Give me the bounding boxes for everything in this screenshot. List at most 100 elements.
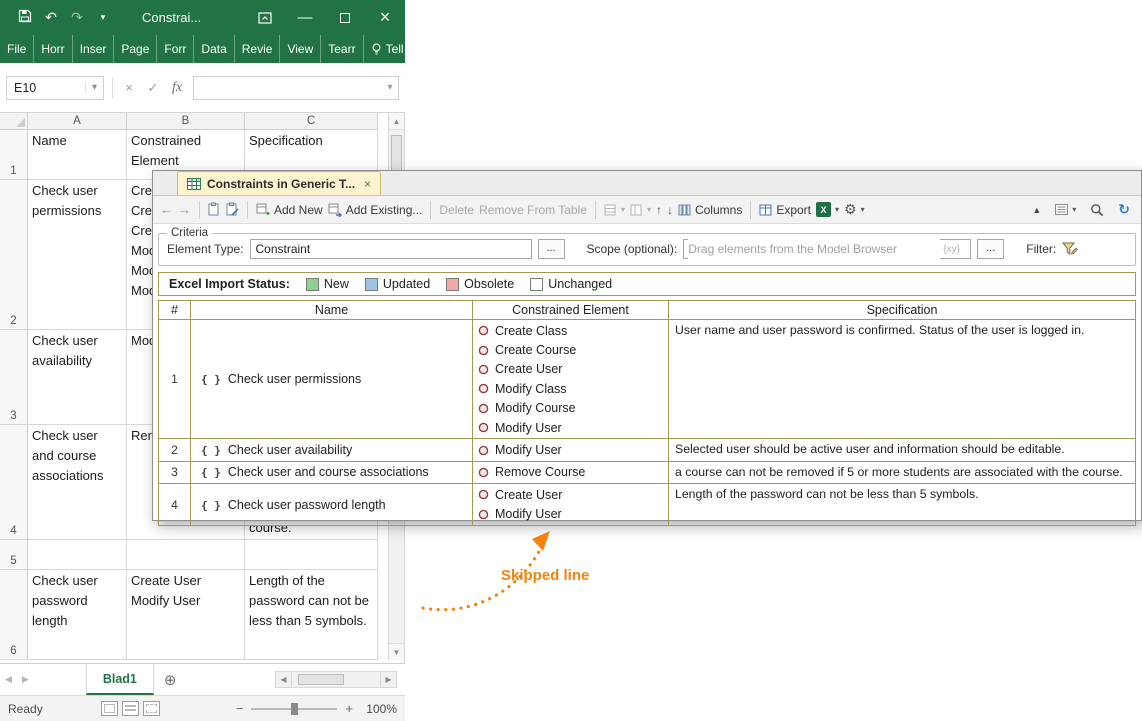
redo-icon[interactable]: ↷ <box>64 9 90 26</box>
header-specification[interactable]: Specification <box>668 300 1136 320</box>
horizontal-scrollbar-thumb[interactable] <box>298 674 344 685</box>
constraint-name-cell[interactable]: { } Check user and course associations <box>190 460 473 485</box>
sheet-nav-next-icon[interactable]: ▶ <box>17 664 34 695</box>
cell-a1[interactable]: Name <box>28 130 127 180</box>
element-item[interactable]: Modify Class <box>475 379 666 398</box>
select-all-corner[interactable] <box>0 113 28 130</box>
paste-icon[interactable] <box>226 202 239 217</box>
row-header-1[interactable]: 1 <box>0 130 28 180</box>
tab-data[interactable]: Data <box>194 35 235 63</box>
tab-file[interactable]: File <box>0 35 35 63</box>
row-options-icon[interactable]: ▾ <box>604 204 625 216</box>
options-button[interactable]: ⚙ ▾ <box>844 201 865 218</box>
element-item[interactable]: Remove Course <box>475 463 666 482</box>
row-header-3[interactable]: 3 <box>0 330 28 425</box>
export-button[interactable]: Export <box>759 203 811 217</box>
scroll-right-icon[interactable]: ▶ <box>380 671 397 688</box>
element-item[interactable]: Modify Course <box>475 399 666 418</box>
undo-icon[interactable]: ↶ <box>38 9 64 26</box>
tab-home[interactable]: Horr <box>34 35 73 63</box>
cell-b6[interactable]: Create User Modify User <box>127 570 245 660</box>
column-header-a[interactable]: A <box>28 113 127 130</box>
tab-close-icon[interactable]: × <box>364 177 371 191</box>
ribbon-more-icon[interactable]: › <box>424 35 440 63</box>
move-up-icon[interactable]: ↑ <box>656 203 662 217</box>
element-item[interactable]: Create Class <box>475 321 666 340</box>
zoom-out-icon[interactable]: − <box>236 701 244 716</box>
cell-a4[interactable]: Check user and course associations <box>28 425 127 540</box>
excel-sync-button[interactable]: X ▾ <box>816 202 839 217</box>
cell-c5[interactable] <box>245 540 378 570</box>
element-type-browse-button[interactable]: ... <box>537 239 565 259</box>
constraint-name-cell[interactable]: { } Check user availability <box>190 438 473 462</box>
move-down-icon[interactable]: ↓ <box>667 203 673 217</box>
row-header-2[interactable]: 2 <box>0 180 28 330</box>
name-box[interactable]: E10 ▾ <box>6 75 104 100</box>
row-number[interactable]: 3 <box>158 460 191 485</box>
tab-review[interactable]: Revie <box>235 35 281 63</box>
constraint-name-cell[interactable]: { } Check user password length <box>190 483 473 526</box>
columns-button[interactable]: Columns <box>678 203 742 217</box>
tab-insert[interactable]: Inser <box>73 35 115 63</box>
cancel-icon[interactable]: × <box>121 80 137 95</box>
zoom-level[interactable]: 100% <box>361 702 397 716</box>
add-existing-button[interactable]: Add Existing... <box>328 203 422 217</box>
header-number[interactable]: # <box>158 300 191 320</box>
name-box-dropdown-icon[interactable]: ▾ <box>85 82 103 93</box>
column-header-b[interactable]: B <box>127 113 245 130</box>
enter-icon[interactable]: ✓ <box>145 80 161 96</box>
element-item[interactable]: Create Course <box>475 340 666 359</box>
new-sheet-icon[interactable]: ⊕ <box>154 664 187 695</box>
constrained-elements-cell[interactable]: Remove Course <box>472 460 669 485</box>
horizontal-scrollbar-track[interactable] <box>292 671 380 688</box>
scroll-down-icon[interactable]: ▼ <box>389 643 404 660</box>
scope-field[interactable] <box>688 239 941 259</box>
cell-a3[interactable]: Check user availability <box>28 330 127 425</box>
specification-cell[interactable]: Selected user should be active user and … <box>668 438 1136 462</box>
ribbon-display-icon[interactable] <box>245 0 285 35</box>
close-button[interactable]: × <box>365 0 405 35</box>
copy-icon[interactable] <box>208 202 221 217</box>
tab-page-layout[interactable]: Page <box>114 35 158 63</box>
specification-cell[interactable]: User name and user password is confirmed… <box>668 318 1136 440</box>
specification-cell[interactable]: a course can not be removed if 5 or more… <box>668 460 1136 485</box>
minimize-button[interactable]: — <box>285 0 325 35</box>
constrained-elements-cell[interactable]: Create Class Create Course Create User M… <box>472 318 669 440</box>
zoom-slider-handle[interactable] <box>291 702 299 715</box>
cell-b5[interactable] <box>127 540 245 570</box>
filter-button[interactable] <box>1062 242 1079 257</box>
cell-a6[interactable]: Check user password length <box>28 570 127 660</box>
refresh-icon[interactable]: ↻ <box>1118 201 1130 218</box>
row-number[interactable]: 2 <box>158 438 191 462</box>
zoom-in-icon[interactable]: + <box>345 701 353 716</box>
search-icon[interactable] <box>1090 203 1104 217</box>
view-menu-button[interactable]: ▾ <box>1055 204 1076 215</box>
element-item[interactable]: Modify User <box>475 440 666 459</box>
add-new-button[interactable]: Add New <box>256 203 323 217</box>
delete-button[interactable]: Delete <box>439 203 474 217</box>
save-icon[interactable] <box>12 9 38 26</box>
tab-formulas[interactable]: Forr <box>157 35 195 63</box>
remove-from-table-button[interactable]: Remove From Table <box>479 203 587 217</box>
formula-expand-icon[interactable]: ▾ <box>382 82 398 93</box>
element-item[interactable]: Create User <box>475 485 666 504</box>
normal-view-icon[interactable] <box>100 701 118 716</box>
group-options-icon[interactable]: ▾ <box>630 204 651 216</box>
quick-access-dropdown-icon[interactable]: ▾ <box>90 12 116 23</box>
cell-a5[interactable] <box>28 540 127 570</box>
cell-a2[interactable]: Check user permissions <box>28 180 127 330</box>
header-name[interactable]: Name <box>190 300 473 320</box>
back-icon[interactable]: ← <box>160 202 173 217</box>
specification-cell[interactable]: Length of the password can not be less t… <box>668 483 1136 526</box>
tell-me-tab[interactable]: Tell m <box>364 35 424 63</box>
constraint-name-cell[interactable]: { } Check user permissions <box>190 318 473 440</box>
row-header-6[interactable]: 6 <box>0 570 28 660</box>
element-item[interactable]: Modify User <box>475 418 666 437</box>
cell-c6[interactable]: Length of the password can not be less t… <box>245 570 378 660</box>
sheet-nav-prev-icon[interactable]: ◀ <box>0 664 17 695</box>
constrained-elements-cell[interactable]: Create User Modify User <box>472 483 669 526</box>
horizontal-scrollbar[interactable]: ◀ ▶ <box>275 664 397 695</box>
tab-view[interactable]: View <box>280 35 322 63</box>
element-item[interactable]: Create User <box>475 360 666 379</box>
page-layout-view-icon[interactable] <box>121 701 139 716</box>
